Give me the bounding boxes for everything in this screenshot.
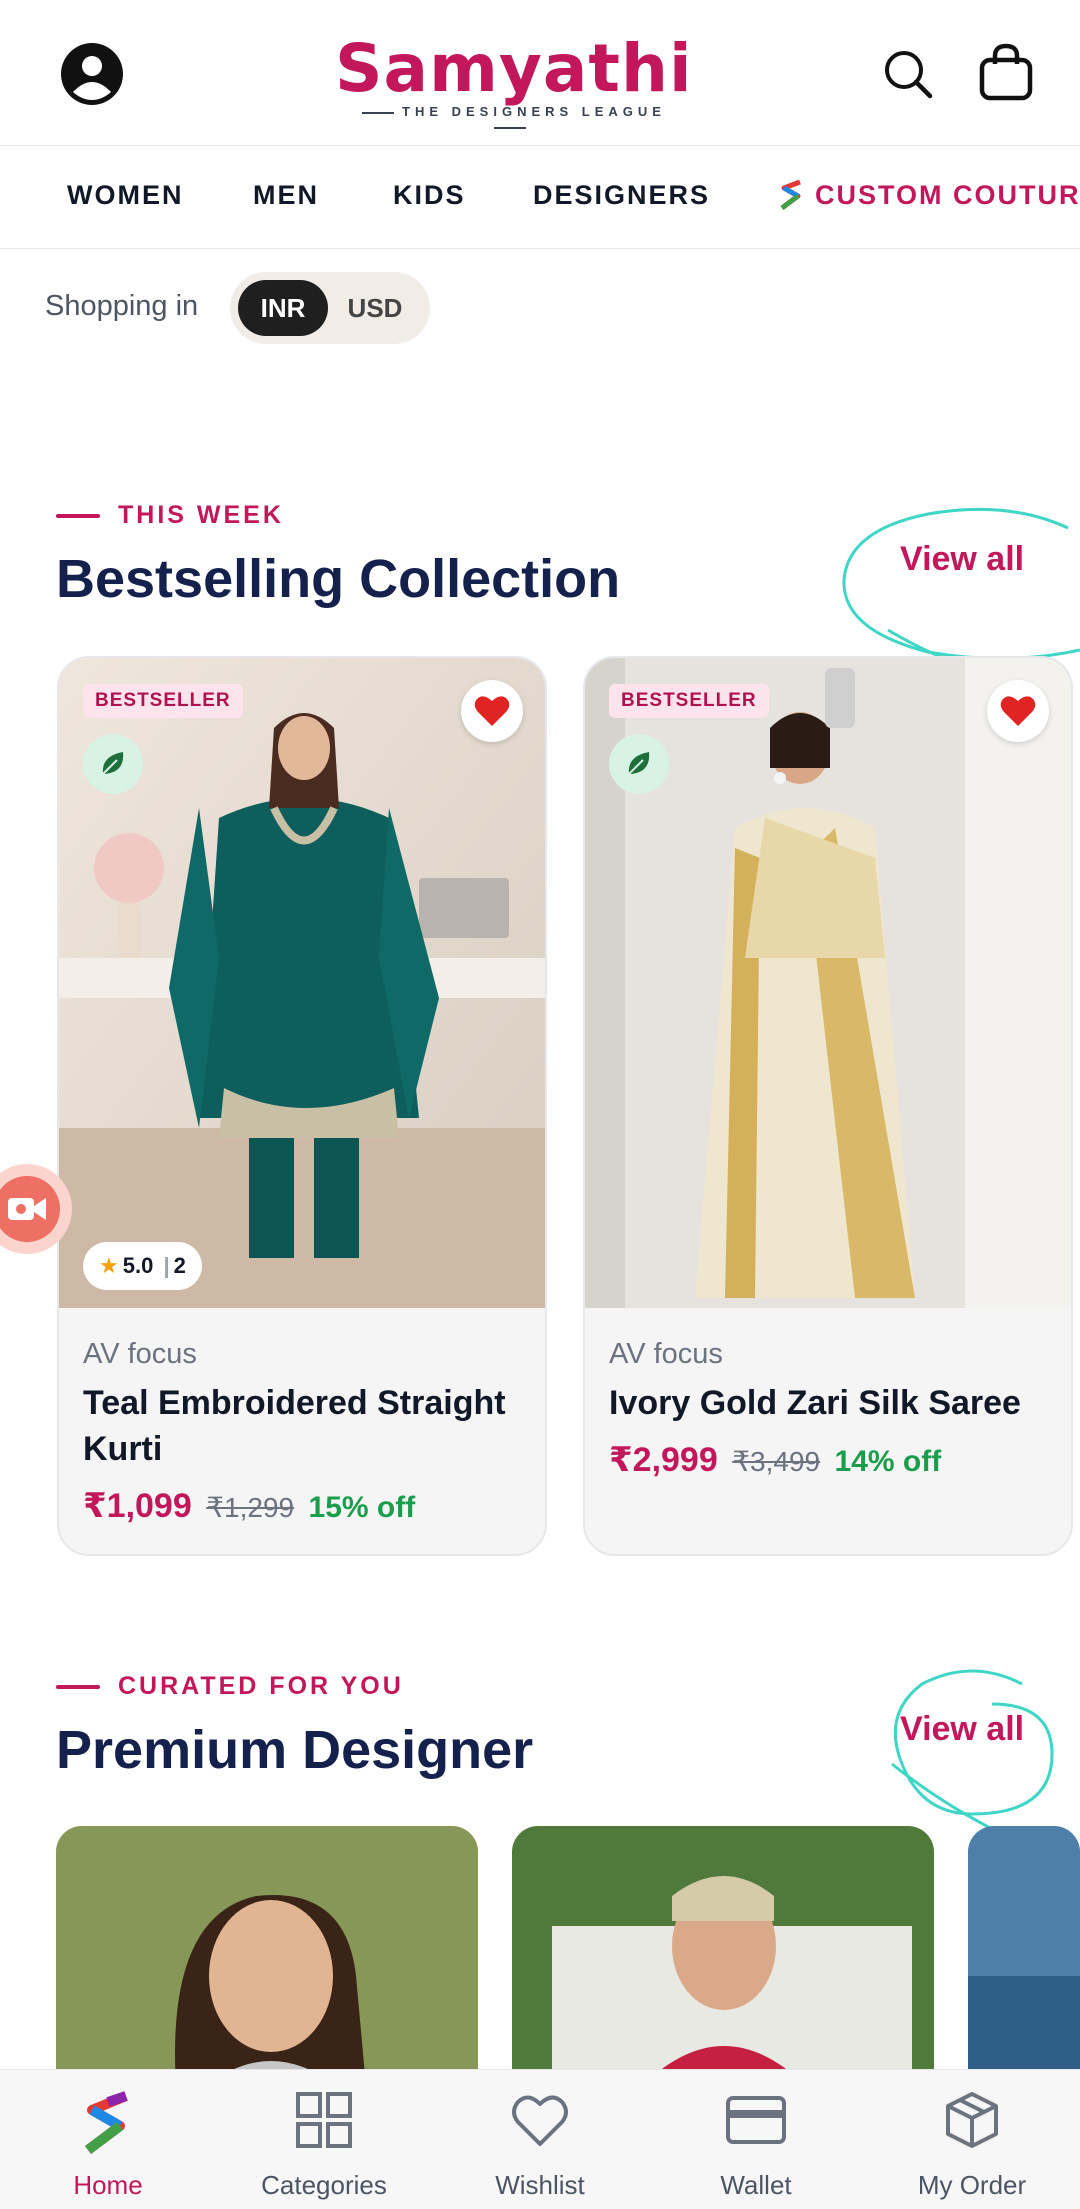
nav-item-women[interactable]: WOMEN (67, 180, 183, 211)
brand-logo[interactable]: Samyathi THE DESIGNERS LEAGUE (335, 24, 692, 124)
bottom-nav-wishlist[interactable]: Wishlist (432, 2070, 648, 2209)
bottom-nav-label: Wishlist (495, 2170, 585, 2200)
bottom-nav-label: Wallet (720, 2170, 792, 2200)
wallet-card-icon (726, 2096, 786, 2144)
section-eyebrow: CURATED FOR YOU (56, 1672, 404, 1701)
nav-item-kids[interactable]: KIDS (393, 180, 466, 211)
product-price: ₹1,099 (83, 1487, 192, 1525)
currency-toggle[interactable]: INR USD (230, 272, 430, 344)
heart-icon (512, 2095, 568, 2146)
box-icon (946, 2092, 998, 2148)
bottom-nav-label: My Order (917, 2170, 1027, 2200)
grid-icon (296, 2092, 352, 2148)
home-logo-icon (85, 2091, 128, 2154)
bestseller-badge: BESTSELLER (609, 684, 769, 718)
review-count: 2 (173, 1253, 186, 1278)
wishlist-heart-icon[interactable] (987, 680, 1049, 742)
bottom-nav-my-order[interactable]: My Order (864, 2070, 1080, 2209)
product-brand: AV focus (609, 1338, 723, 1370)
section-title: Bestselling Collection (56, 549, 621, 609)
bottom-nav-label: Home (73, 2170, 143, 2200)
bottom-nav: Home Categories Wishlist Wallet My Order (0, 2069, 1080, 2209)
product-card[interactable]: BESTSELLER ★ 5.0 | 2 AV focus Teal Embroid… (57, 656, 547, 1556)
category-nav: WOMEN MEN KIDS DESIGNERS CUSTOM COUTURE (0, 146, 1080, 249)
bottom-nav-wallet[interactable]: Wallet (648, 2070, 864, 2209)
app-header: Samyathi THE DESIGNERS LEAGUE (0, 0, 1080, 146)
product-name[interactable]: Teal Embroidered Straight Kurti (83, 1380, 523, 1472)
product-card[interactable]: BESTSELLER AV focus Ivory Gold Zari Silk… (583, 656, 1073, 1556)
designer-card[interactable] (968, 1826, 1080, 2086)
nav-item-designers[interactable]: DESIGNERS (533, 180, 710, 211)
search-icon[interactable] (882, 48, 934, 105)
product-mrp: ₹1,299 (206, 1492, 295, 1523)
wishlist-heart-icon[interactable] (461, 680, 523, 742)
bottom-nav-categories[interactable]: Categories (216, 2070, 432, 2209)
currency-option-usd[interactable]: USD (330, 280, 420, 336)
rating-pill: ★ 5.0 | 2 (83, 1242, 202, 1290)
product-discount: 15% off (308, 1491, 416, 1524)
rating-value: 5.0 (122, 1253, 154, 1278)
view-all-designers-link[interactable]: View all (900, 1710, 1024, 1749)
product-name[interactable]: Ivory Gold Zari Silk Saree (609, 1380, 1049, 1426)
section-eyebrow: THIS WEEK (56, 501, 284, 530)
video-camera-icon (0, 1176, 60, 1242)
designer-card[interactable] (512, 1826, 934, 2086)
bestseller-badge: BESTSELLER (83, 684, 243, 718)
bottom-nav-label: Categories (261, 2170, 387, 2200)
logo-text: Samyathi (335, 30, 693, 107)
view-all-scribble (891, 1669, 1054, 1836)
product-mrp: ₹3,499 (732, 1446, 821, 1477)
star-icon: ★ (99, 1253, 119, 1278)
currency-option-inr[interactable]: INR (238, 280, 328, 336)
logo-tagline: THE DESIGNERS LEAGUE (335, 104, 685, 134)
designer-card[interactable] (56, 1826, 478, 2086)
price-row: ₹1,099 ₹1,299 15% off (83, 1486, 415, 1526)
bottom-nav-home[interactable]: Home (0, 2070, 216, 2209)
section-title: Premium Designer (56, 1720, 534, 1780)
account-icon[interactable] (60, 42, 124, 111)
currency-label: Shopping in (45, 290, 199, 322)
product-price: ₹2,999 (609, 1441, 718, 1479)
nav-item-custom-couture[interactable]: CUSTOM COUTURE (815, 180, 1080, 211)
nav-item-men[interactable]: MEN (253, 180, 319, 211)
bag-icon[interactable] (978, 42, 1034, 107)
eco-leaf-icon (609, 734, 669, 794)
view-all-bestselling-link[interactable]: View all (900, 540, 1024, 579)
product-discount: 14% off (834, 1445, 942, 1478)
rating-divider: | (163, 1253, 170, 1278)
couture-logo-icon (780, 179, 801, 210)
price-row: ₹2,999 ₹3,499 14% off (609, 1440, 941, 1480)
product-brand: AV focus (83, 1338, 197, 1370)
eco-leaf-icon (83, 734, 143, 794)
